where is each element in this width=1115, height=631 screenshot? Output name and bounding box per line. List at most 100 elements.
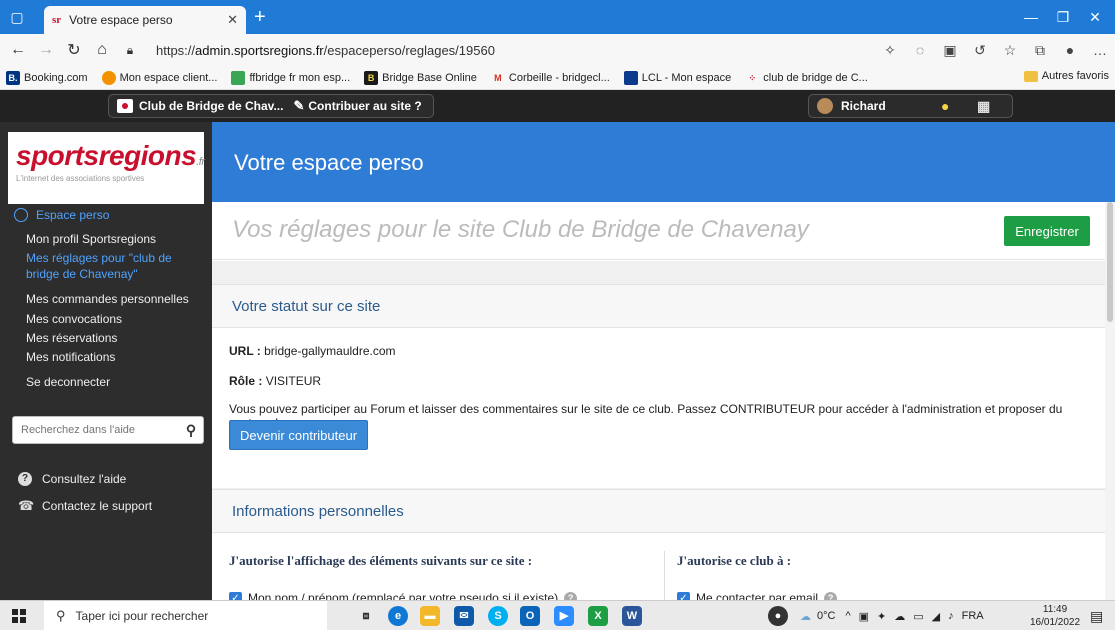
outlook-icon[interactable]: O [520, 606, 540, 626]
tray-chevron-icon[interactable]: ^ [845, 610, 850, 622]
windows-start-icon[interactable] [12, 609, 26, 623]
url-path: /espaceperso/reglages/19560 [323, 42, 495, 58]
reader-mode-icon[interactable]: ✧ [875, 42, 905, 59]
settings-title: Vos réglages pour le site Club de Bridge… [232, 216, 809, 243]
support-link[interactable]: ☎︎ Contactez le support [18, 498, 152, 514]
back-icon[interactable]: ← [4, 41, 32, 59]
support-icon: ☎︎ [18, 498, 35, 513]
tab-title: Votre espace perso [69, 13, 173, 27]
page-title: Votre espace perso [234, 150, 424, 175]
mail-icon[interactable]: ✉ [454, 606, 474, 626]
task-view-icon[interactable]: ⧈ [356, 606, 376, 626]
sportsregions-logo[interactable]: sportsregions.fr L'internet des associat… [8, 132, 205, 204]
club-logo-icon [117, 99, 133, 113]
volume-icon[interactable]: ♪ [948, 610, 954, 622]
bookmark-item[interactable]: B Bridge Base Online [364, 70, 477, 85]
other-bookmarks[interactable]: Autres favoris [1023, 70, 1109, 82]
tray-app-icon[interactable]: ✦ [877, 610, 886, 623]
save-button[interactable]: Enregistrer [1004, 216, 1090, 246]
notifications-icon[interactable]: ● [941, 98, 949, 114]
help-extension-icon[interactable]: ▣ [935, 42, 965, 59]
bookmark-item[interactable]: LCL - Mon espace [623, 70, 732, 85]
taskbar-search-placeholder: Taper ici pour rechercher [75, 609, 209, 623]
user-name: Richard [841, 99, 886, 113]
bookmark-item[interactable]: Mon espace client... [101, 70, 217, 85]
club-icon: ⁘ [748, 72, 757, 83]
url-field[interactable]: https://admin.sportsregions.fr/espaceper… [156, 43, 875, 58]
forward-icon[interactable]: → [32, 41, 60, 59]
refresh-extension-icon[interactable]: ↺ [965, 42, 995, 59]
cloud-icon[interactable]: ☁ [894, 610, 905, 623]
refresh-icon[interactable]: ↻ [60, 40, 88, 60]
tab-close-icon[interactable]: ✕ [227, 12, 238, 28]
sidebar-item-settings[interactable]: Mes réglages pour "club de bridge de Cha… [26, 250, 206, 282]
app-icon[interactable]: ● [768, 606, 788, 626]
sidebar-item-notifications[interactable]: Mes notifications [26, 350, 115, 364]
sidebar-item-orders[interactable]: Mes commandes personnelles [26, 292, 189, 306]
help-search: ⚲ [12, 416, 204, 444]
ffbridge-icon [231, 70, 246, 85]
network-icon[interactable]: ◢ [932, 610, 940, 623]
booking-icon: B. [6, 70, 20, 85]
weather-icon[interactable]: ☁ [800, 610, 811, 623]
profile-icon[interactable]: ● [1055, 42, 1085, 58]
help-search-input[interactable] [21, 424, 179, 436]
file-explorer-icon[interactable]: ▬ [420, 606, 440, 626]
bookmark-item[interactable]: ⁘ club de bridge de C... [745, 71, 867, 85]
status-section-title: Votre statut sur ce site [232, 298, 381, 315]
sidebar-item-logout[interactable]: Se deconnecter [26, 375, 110, 389]
more-menu-icon[interactable]: … [1085, 42, 1115, 58]
bookmarks-bar: B. Booking.com Mon espace client... ffbri… [0, 66, 1115, 90]
club-switcher[interactable]: Club de Bridge de Chav... ✎ Contribuer a… [108, 94, 434, 118]
system-tray: ☁ 0°C ^ ▣ ✦ ☁ ▭ ◢ ♪ FRA [800, 601, 984, 631]
become-contributor-button[interactable]: Devenir contributeur [229, 420, 368, 450]
battery-icon[interactable]: ▭ [913, 610, 923, 623]
new-tab-icon[interactable]: + [254, 6, 266, 28]
url-line: URL : bridge-gallymauldre.com [229, 344, 396, 358]
smile-icon [101, 70, 116, 85]
tray-app-icon[interactable]: ▣ [859, 610, 869, 623]
bookmark-item[interactable]: B. Booking.com [6, 70, 88, 85]
sidebar-item-reservations[interactable]: Mes réservations [26, 331, 117, 345]
collections-icon[interactable]: ⧉ [1025, 42, 1055, 59]
lock-icon[interactable]: 🔒︎ [116, 43, 144, 58]
language-indicator[interactable]: FRA [962, 610, 984, 622]
bookmark-label: ffbridge fr mon esp... [249, 71, 351, 84]
favorites-icon[interactable]: ☆ [995, 42, 1025, 59]
scrollbar-thumb[interactable] [1107, 202, 1113, 322]
sidebar-section-espace-perso[interactable]: Espace perso [14, 208, 109, 222]
temperature[interactable]: 0°C [817, 610, 835, 622]
window-menu-icon[interactable]: ▢ [6, 6, 28, 28]
folder-icon [1023, 70, 1038, 82]
browser-tab[interactable]: sr Votre espace perso ✕ [44, 6, 246, 34]
sidebar-item-convocations[interactable]: Mes convocations [26, 312, 122, 326]
home-icon[interactable]: ⌂ [88, 41, 116, 59]
excel-icon[interactable]: X [588, 606, 608, 626]
page-scrollbar[interactable] [1105, 202, 1115, 600]
search-icon[interactable]: ⚲ [179, 422, 203, 439]
extension-icon[interactable]: ◌ [905, 42, 935, 58]
user-menu[interactable]: Richard ● ▦ [808, 94, 1013, 118]
bookmark-label: Corbeille - bridgecl... [508, 71, 610, 84]
action-center-icon[interactable]: ▤ [1090, 608, 1103, 625]
help-link[interactable]: ? Consultez l'aide [18, 472, 126, 486]
bookmark-label: LCL - Mon espace [641, 71, 732, 84]
skype-icon[interactable]: S [488, 606, 508, 626]
bbo-icon: B [364, 70, 379, 85]
sidebar: sportsregions.fr L'internet des associat… [0, 122, 212, 600]
bookmark-item[interactable]: M Corbeille - bridgecl... [491, 71, 610, 85]
help-link-label: Consultez l'aide [42, 472, 127, 486]
taskbar-clock[interactable]: 11:49 16/01/2022 [1030, 603, 1080, 629]
sidebar-item-profile[interactable]: Mon profil Sportsregions [26, 232, 156, 246]
bookmark-item[interactable]: ffbridge fr mon esp... [231, 70, 351, 85]
calendar-icon[interactable]: ▦ [977, 98, 990, 115]
zoom-icon[interactable]: ▶ [554, 606, 574, 626]
restore-icon[interactable]: ❐ [1052, 6, 1074, 28]
edge-icon[interactable]: e [388, 606, 408, 626]
close-window-icon[interactable]: ✕ [1084, 6, 1106, 28]
taskbar-search[interactable]: ⚲ Taper ici pour rechercher [44, 601, 327, 631]
contribute-link[interactable]: Contribuer au site ? [308, 99, 421, 113]
word-icon[interactable]: W [622, 606, 642, 626]
info-section-header: Informations personnelles [212, 489, 1115, 533]
minimize-icon[interactable]: — [1020, 6, 1042, 28]
